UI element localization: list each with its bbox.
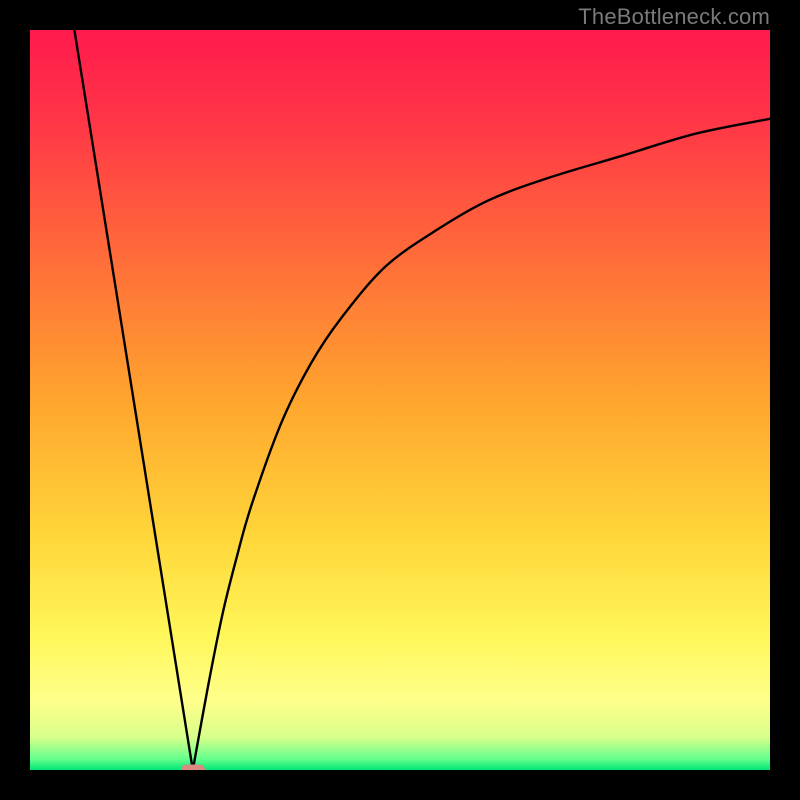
watermark-text: TheBottleneck.com	[578, 4, 770, 30]
bottleneck-curve	[30, 30, 770, 770]
optimal-marker	[181, 765, 205, 771]
plot-area	[30, 30, 770, 770]
chart-frame: TheBottleneck.com	[0, 0, 800, 800]
